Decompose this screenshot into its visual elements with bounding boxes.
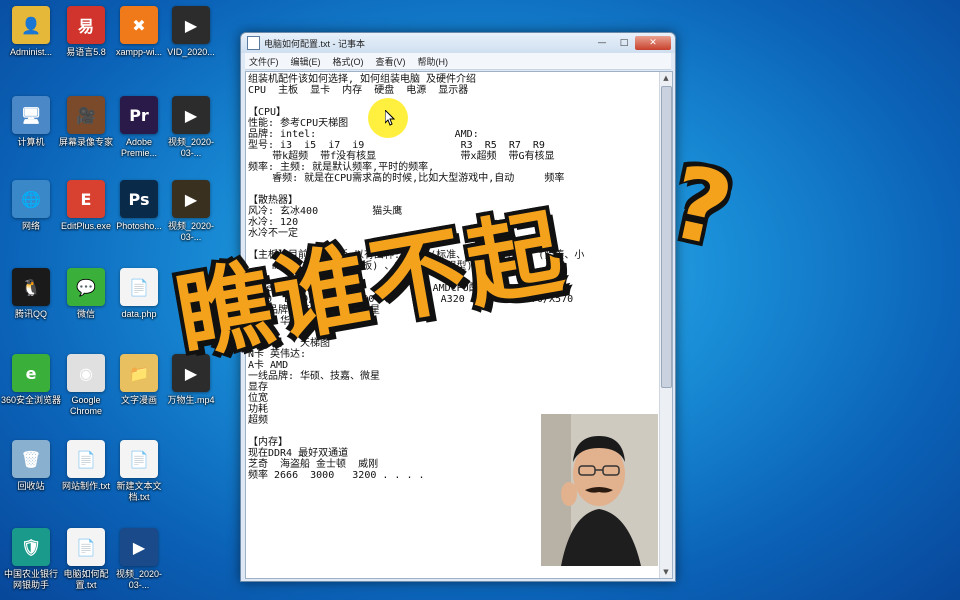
window-title: 电脑如何配置.txt - 记事本 [264,38,366,49]
desktop-icon-label: 视频_2020-03-... [115,569,163,590]
desktop-icon[interactable]: 🐧 腾讯QQ [0,268,62,320]
desktop-icon-image: ▶ [120,528,158,566]
scroll-down-icon[interactable]: ▼ [660,566,672,578]
menu-help[interactable]: 帮助(H) [418,55,449,68]
desktop-icon-image: ◉ [67,354,105,392]
desktop-icon[interactable]: 🗑 回收站 [0,440,62,492]
desktop-icon-image: 📄 [67,528,105,566]
menu-view[interactable]: 查看(V) [376,55,406,68]
desktop-icon[interactable]: 👤 Administ... [0,6,62,58]
desktop-icon[interactable]: ▶ 视频_2020-03-... [160,96,222,159]
desktop-icon-image: ▶ [172,6,210,44]
desktop-icon-image: 易 [67,6,105,44]
desktop-icon-image: 🛡 [12,528,50,566]
desktop-icon-image: 📄 [120,268,158,306]
desktop-icon[interactable]: e 360安全浏览器 [0,354,62,406]
title-bar[interactable]: 电脑如何配置.txt - 记事本 — □ ✕ [241,33,675,53]
desktop-icon-label: 视频_2020-03-... [167,137,215,158]
desktop-icon[interactable]: 🖥 计算机 [0,96,62,148]
desktop-icon-image: e [12,354,50,392]
desktop-icon-image: 🗑 [12,440,50,478]
desktop-icon[interactable]: ▶ VID_2020... [160,6,222,58]
menu-format[interactable]: 格式(O) [333,55,364,68]
desktop-icon-label: 计算机 [17,137,45,147]
menu-bar: 文件(F) 编辑(E) 格式(O) 查看(V) 帮助(H) [245,53,671,70]
desktop-icon-image: 🎥 [67,96,105,134]
desktop-icon-label: 腾讯QQ [14,309,47,319]
desktop-icon-label: 回收站 [17,481,45,491]
menu-file[interactable]: 文件(F) [249,55,279,68]
desktop-icon-label: Administ... [9,47,52,57]
desktop-icon-image: 💬 [67,268,105,306]
presenter-photo [541,414,658,566]
vertical-scrollbar[interactable]: ▲ ▼ [659,72,672,578]
desktop-icon-image: ▶ [172,180,210,218]
desktop-icon-image: 📄 [120,440,158,478]
desktop-icon-label: 万物生.mp4 [167,395,215,405]
desktop-icon[interactable]: ▶ 视频_2020-03-... [160,180,222,243]
desktop-icon[interactable]: 📄 data.php [108,268,170,320]
desktop-icon-label: VID_2020... [167,47,215,57]
desktop-icon-image: 🌐 [12,180,50,218]
maximize-button[interactable]: □ [613,36,635,50]
desktop: 👤 Administ... 易易语言5.8 ✖ xampp-wi... ▶ VID_2020… [0,0,960,600]
minimize-button[interactable]: — [591,36,613,50]
desktop-icon-image: Ps [120,180,158,218]
desktop-icon-image: ▶ [172,96,210,134]
desktop-icon-label: 360安全浏览器 [0,395,62,405]
desktop-icon-label: 中国农业银行网银助手 [3,569,58,590]
desktop-icon[interactable]: 📄 新建文本文档.txt [108,440,170,503]
mouse-pointer-icon [385,110,395,126]
desktop-icon-image: Pr [120,96,158,134]
desktop-icon-image: 🐧 [12,268,50,306]
desktop-icon-image: ✖ [120,6,158,44]
desktop-icon[interactable]: 🌐 网络 [0,180,62,232]
desktop-icon-label: data.php [121,309,157,319]
close-button[interactable]: ✕ [635,36,671,50]
cursor-highlight [368,98,408,138]
desktop-icon-image: 🖥 [12,96,50,134]
webcam-overlay [541,414,658,566]
desktop-icon-label: 新建文本文档.txt [116,481,162,502]
desktop-icon-image: 📁 [120,354,158,392]
desktop-icon-image: E [67,180,105,218]
notepad-icon [247,36,260,50]
scroll-up-icon[interactable]: ▲ [660,72,672,84]
menu-edit[interactable]: 编辑(E) [291,55,321,68]
desktop-icon-image: 👤 [12,6,50,44]
desktop-icon[interactable]: ▶ 视频_2020-03-... [108,528,170,591]
desktop-icon-image: 📄 [67,440,105,478]
desktop-icon[interactable]: 🛡 中国农业银行网银助手 [0,528,62,591]
desktop-icon-label: 网络 [21,221,40,231]
